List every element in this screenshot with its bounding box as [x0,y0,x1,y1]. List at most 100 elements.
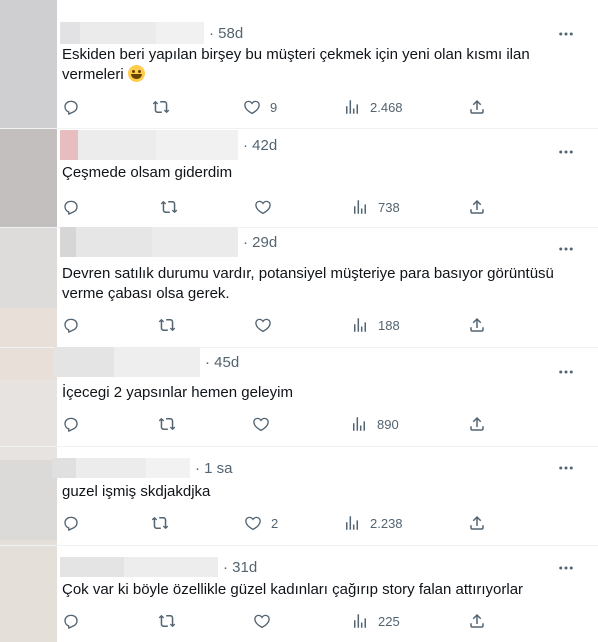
heart-icon [255,200,271,215]
views-button[interactable]: 225 [351,610,400,632]
views-icon [354,614,366,628]
tweet-header: · 31d [60,556,257,578]
reply-icon [64,100,78,115]
retweet-button[interactable] [158,314,176,336]
like-button[interactable] [253,610,271,632]
like-button[interactable] [252,413,270,435]
retweet-icon [158,614,176,628]
tweet-actions: 188 [60,314,500,336]
tweet-actions: 738 [60,196,500,218]
timestamp[interactable]: · 1 sa [195,460,233,477]
tweet[interactable]: · 1 sa guzel işmiş skdjakdjka 2 2.238 [0,447,598,546]
like-button[interactable] [254,196,272,218]
tweet[interactable]: · 42d Çeşmede olsam giderdim 738 [0,129,598,228]
view-count: 738 [378,199,400,215]
share-button[interactable] [468,512,486,534]
share-button[interactable] [468,96,486,118]
tweet-actions: 2 2.238 [60,512,500,534]
author-name[interactable] [54,347,200,377]
tweet[interactable]: · 45d İçecegi 2 yapsınlar hemen geleyim … [0,347,598,447]
author-name[interactable] [60,22,204,44]
tweet-text: Çeşmede olsam giderdim [62,164,233,181]
more-icon [559,247,573,251]
more-button[interactable] [556,239,576,259]
like-count: 2 [271,515,279,531]
retweet-icon [158,318,176,332]
reply-icon [64,200,78,215]
timestamp[interactable]: · 42d [243,137,277,154]
tweet[interactable]: · 29d Devren satılık durumu vardır, pota… [0,227,598,348]
more-icon [559,370,573,374]
more-icon [559,32,573,36]
share-button[interactable] [468,610,486,632]
retweet-button[interactable] [160,196,178,218]
share-icon [470,515,484,530]
views-button[interactable]: 2.468 [343,96,403,118]
view-count: 188 [378,317,400,333]
retweet-icon [151,516,169,530]
more-button[interactable] [556,24,576,44]
views-button[interactable]: 890 [350,413,399,435]
views-icon [354,200,366,214]
reply-button[interactable] [62,314,80,336]
like-button[interactable]: 9 [243,96,277,118]
more-button[interactable] [556,558,576,578]
more-button[interactable] [556,458,576,478]
reply-icon [64,614,78,629]
timestamp[interactable]: · 31d [223,559,257,576]
like-button[interactable] [254,314,272,336]
more-icon [559,150,573,154]
heart-icon [244,100,260,115]
reply-icon [64,516,78,531]
share-icon [470,317,484,332]
tweet-header: · 45d [54,347,239,377]
share-icon [470,613,484,628]
author-name[interactable] [60,227,238,257]
tweet-text: İçecegi 2 yapsınlar hemen geleyim [62,384,293,401]
grinning-emoji-icon [127,65,145,82]
more-button[interactable] [556,362,576,382]
reply-feed: · 58d Eskiden beri yapılan birşey bu müş… [0,0,598,642]
retweet-button[interactable] [152,96,170,118]
views-icon [353,417,365,431]
heart-icon [255,318,271,333]
heart-icon [245,516,261,531]
tweet[interactable]: · 31d Çok var ki böyle özellikle güzel k… [0,546,598,642]
more-button[interactable] [556,142,576,162]
retweet-button[interactable] [158,610,176,632]
reply-icon [64,417,78,432]
timestamp[interactable]: · 45d [205,354,239,371]
timestamp[interactable]: · 58d [209,25,243,42]
author-name[interactable] [60,130,238,160]
views-button[interactable]: 188 [351,314,400,336]
retweet-button[interactable] [151,512,169,534]
reply-button[interactable] [62,512,80,534]
views-button[interactable]: 738 [351,196,400,218]
tweet[interactable]: · 58d Eskiden beri yapılan birşey bu müş… [0,0,598,129]
view-count: 2.468 [370,99,403,115]
tweet-header: · 42d [60,130,277,160]
reply-button[interactable] [62,96,80,118]
reply-button[interactable] [62,413,80,435]
reply-icon [64,318,78,333]
view-count: 2.238 [370,515,403,531]
views-icon [354,318,366,332]
share-button[interactable] [468,196,486,218]
views-icon [346,516,358,530]
like-button[interactable]: 2 [244,512,278,534]
retweet-button[interactable] [158,413,176,435]
share-icon [470,199,484,214]
views-button[interactable]: 2.238 [343,512,403,534]
share-button[interactable] [468,413,486,435]
tweet-actions: 9 2.468 [60,96,500,118]
share-icon [470,416,484,431]
tweet-header: · 58d [60,22,243,44]
more-icon [559,566,573,570]
author-name[interactable] [60,557,218,577]
share-button[interactable] [468,314,486,336]
reply-button[interactable] [62,610,80,632]
timestamp[interactable]: · 29d [243,234,277,251]
author-name[interactable] [52,458,190,478]
like-count: 9 [270,99,278,115]
reply-button[interactable] [62,196,80,218]
